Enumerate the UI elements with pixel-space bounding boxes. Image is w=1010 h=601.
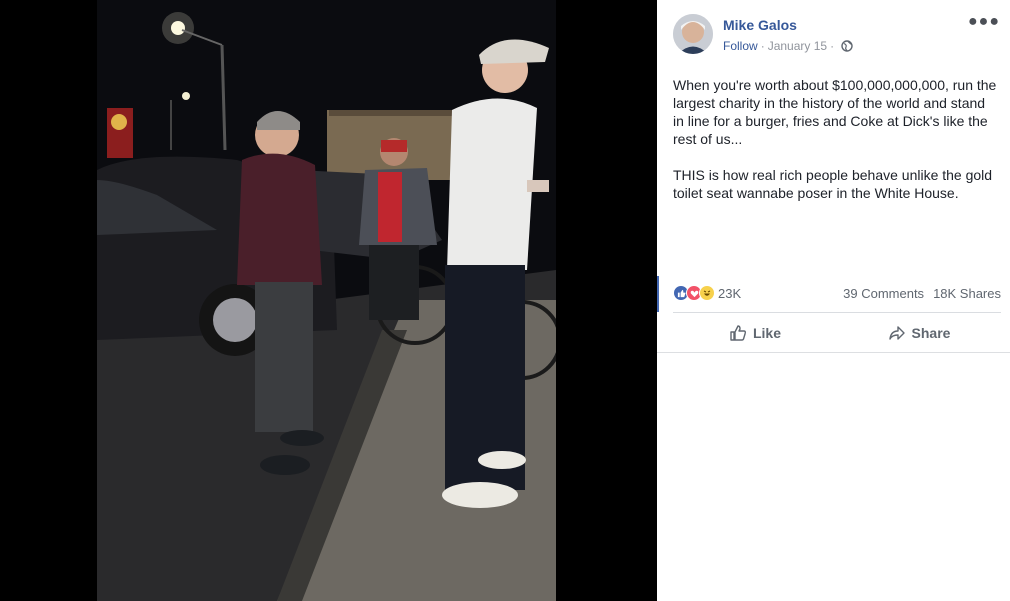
avatar[interactable] (673, 14, 713, 54)
focus-indicator (657, 276, 659, 312)
share-label: Share (911, 325, 951, 341)
more-options-icon[interactable]: ●●● (968, 14, 1000, 30)
post-actions: Like Share (673, 315, 1001, 351)
profile-photo (673, 14, 713, 54)
engagement-counts: 39 Comments 18K Shares (843, 286, 1001, 301)
divider (673, 312, 1001, 313)
meta-separator: · (830, 39, 835, 53)
author-name[interactable]: Mike Galos (723, 17, 797, 33)
comments-count[interactable]: 39 Comments (843, 286, 924, 301)
reactions-summary: 23K 39 Comments 18K Shares (673, 283, 1001, 303)
post-body: When you're worth about $100,000,000,000… (673, 76, 999, 220)
divider (657, 352, 1010, 353)
follow-link[interactable]: Follow (723, 39, 758, 53)
post-photo[interactable] (97, 0, 556, 601)
photo-viewer (0, 0, 657, 601)
globe-icon (841, 40, 853, 52)
share-button[interactable]: Share (837, 315, 1001, 351)
reaction-count[interactable]: 23K (718, 286, 741, 301)
post-meta: Follow · January 15 · (723, 39, 853, 53)
reaction-icons[interactable] (673, 285, 715, 301)
like-button[interactable]: Like (673, 315, 837, 351)
shares-count[interactable]: 18K Shares (933, 286, 1001, 301)
night-street-photo (97, 0, 556, 601)
like-label: Like (752, 325, 781, 341)
post-paragraph: THIS is how real rich people behave unli… (673, 167, 993, 201)
thumbs-up-icon (730, 325, 747, 341)
meta-separator: · (760, 39, 765, 53)
post-paragraph: When you're worth about $100,000,000,000… (673, 77, 997, 147)
haha-reaction-icon (699, 285, 715, 301)
share-arrow-icon (888, 326, 905, 340)
post-date[interactable]: January 15 (768, 39, 827, 53)
post-sidebar: Mike Galos Follow · January 15 · ●●● Whe… (657, 0, 1010, 601)
